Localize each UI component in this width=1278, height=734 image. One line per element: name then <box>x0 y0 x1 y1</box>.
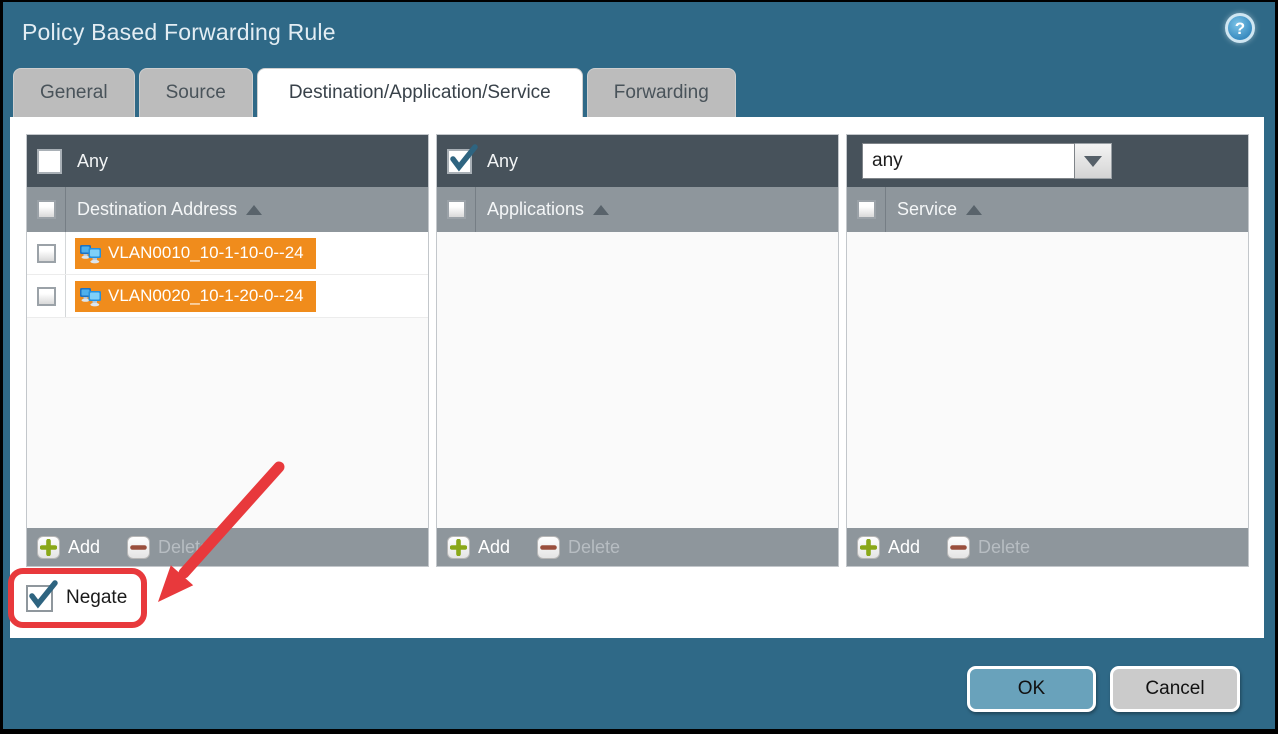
minus-icon <box>127 536 150 559</box>
row-checkbox[interactable] <box>37 244 56 263</box>
applications-list <box>437 232 838 528</box>
service-select-all-checkbox[interactable] <box>857 200 876 219</box>
chevron-down-icon <box>1084 156 1102 167</box>
destination-any-label: Any <box>77 151 108 172</box>
delete-button[interactable]: Delete <box>537 536 620 559</box>
delete-label: Delete <box>158 537 210 558</box>
service-dropdown-input[interactable] <box>862 143 1075 179</box>
tab-content: Any Destination Address <box>10 117 1264 638</box>
row-checkbox[interactable] <box>37 287 56 306</box>
service-toolbar: Add Delete <box>847 528 1248 566</box>
delete-label: Delete <box>568 537 620 558</box>
delete-button[interactable]: Delete <box>127 536 210 559</box>
tab-forwarding[interactable]: Forwarding <box>587 68 736 117</box>
add-button[interactable]: Add <box>37 536 100 559</box>
cancel-button[interactable]: Cancel <box>1110 666 1240 712</box>
delete-label: Delete <box>978 537 1030 558</box>
add-button[interactable]: Add <box>447 536 510 559</box>
applications-toolbar: Add Delete <box>437 528 838 566</box>
applications-column-label: Applications <box>487 199 584 220</box>
service-dropdown-bar <box>847 135 1248 187</box>
service-select-all-cell <box>847 187 886 232</box>
delete-button[interactable]: Delete <box>947 536 1030 559</box>
add-label: Add <box>478 537 510 558</box>
policy-forwarding-dialog: Policy Based Forwarding Rule ? General S… <box>3 2 1275 729</box>
panels-row: Any Destination Address <box>26 134 1249 567</box>
service-dropdown <box>862 143 1112 179</box>
network-icon <box>79 286 102 307</box>
sort-ascending-icon <box>246 205 262 215</box>
tab-destination-application-service[interactable]: Destination/Application/Service <box>257 68 583 117</box>
destination-toolbar: Add Delete <box>27 528 428 566</box>
table-row: VLAN0020_10-1-20-0--24 <box>27 275 428 318</box>
dropdown-button[interactable] <box>1075 143 1112 179</box>
tab-source[interactable]: Source <box>139 68 253 117</box>
checkmark-icon <box>448 144 479 174</box>
applications-select-all-cell <box>437 187 476 232</box>
address-object-chip[interactable]: VLAN0020_10-1-20-0--24 <box>75 281 316 312</box>
service-list <box>847 232 1248 528</box>
destination-list: VLAN0010_10-1-10-0--24 <box>27 232 428 528</box>
table-row: VLAN0010_10-1-10-0--24 <box>27 232 428 275</box>
tab-general[interactable]: General <box>13 68 135 117</box>
address-object-chip[interactable]: VLAN0010_10-1-10-0--24 <box>75 238 316 269</box>
applications-any-checkbox[interactable] <box>447 149 472 174</box>
address-object-name: VLAN0010_10-1-10-0--24 <box>108 243 304 263</box>
ok-button[interactable]: OK <box>967 666 1096 712</box>
screenshot-frame: Policy Based Forwarding Rule ? General S… <box>0 0 1278 734</box>
applications-column-header[interactable]: Applications <box>437 187 838 232</box>
destination-column-label: Destination Address <box>77 199 237 220</box>
sort-ascending-icon <box>966 205 982 215</box>
network-icon <box>79 243 102 264</box>
help-icon[interactable]: ? <box>1225 13 1255 43</box>
negate-checkbox[interactable] <box>26 585 53 612</box>
service-column-header[interactable]: Service <box>847 187 1248 232</box>
destination-select-all-checkbox[interactable] <box>37 200 56 219</box>
applications-select-all-checkbox[interactable] <box>447 200 466 219</box>
applications-any-bar: Any <box>437 135 838 187</box>
plus-icon <box>857 536 880 559</box>
service-column-label: Service <box>897 199 957 220</box>
add-label: Add <box>68 537 100 558</box>
service-panel: Service Add <box>846 134 1249 567</box>
negate-annotation-box: Negate <box>8 568 147 628</box>
destination-select-all-cell <box>27 187 66 232</box>
checkmark-icon <box>27 580 59 611</box>
destination-any-bar: Any <box>27 135 428 187</box>
add-label: Add <box>888 537 920 558</box>
row-checkbox-cell <box>27 275 66 317</box>
sort-ascending-icon <box>593 205 609 215</box>
plus-icon <box>447 536 470 559</box>
tab-bar: General Source Destination/Application/S… <box>13 68 736 117</box>
applications-any-label: Any <box>487 151 518 172</box>
destination-column-header[interactable]: Destination Address <box>27 187 428 232</box>
add-button[interactable]: Add <box>857 536 920 559</box>
applications-panel: Any Applications <box>436 134 839 567</box>
minus-icon <box>947 536 970 559</box>
row-checkbox-cell <box>27 232 66 274</box>
address-object-name: VLAN0020_10-1-20-0--24 <box>108 286 304 306</box>
minus-icon <box>537 536 560 559</box>
destination-address-panel: Any Destination Address <box>26 134 429 567</box>
negate-label: Negate <box>66 587 127 609</box>
dialog-title-bar: Policy Based Forwarding Rule ? <box>3 2 1275 66</box>
dialog-title: Policy Based Forwarding Rule <box>22 19 336 46</box>
plus-icon <box>37 536 60 559</box>
destination-any-checkbox[interactable] <box>37 149 62 174</box>
